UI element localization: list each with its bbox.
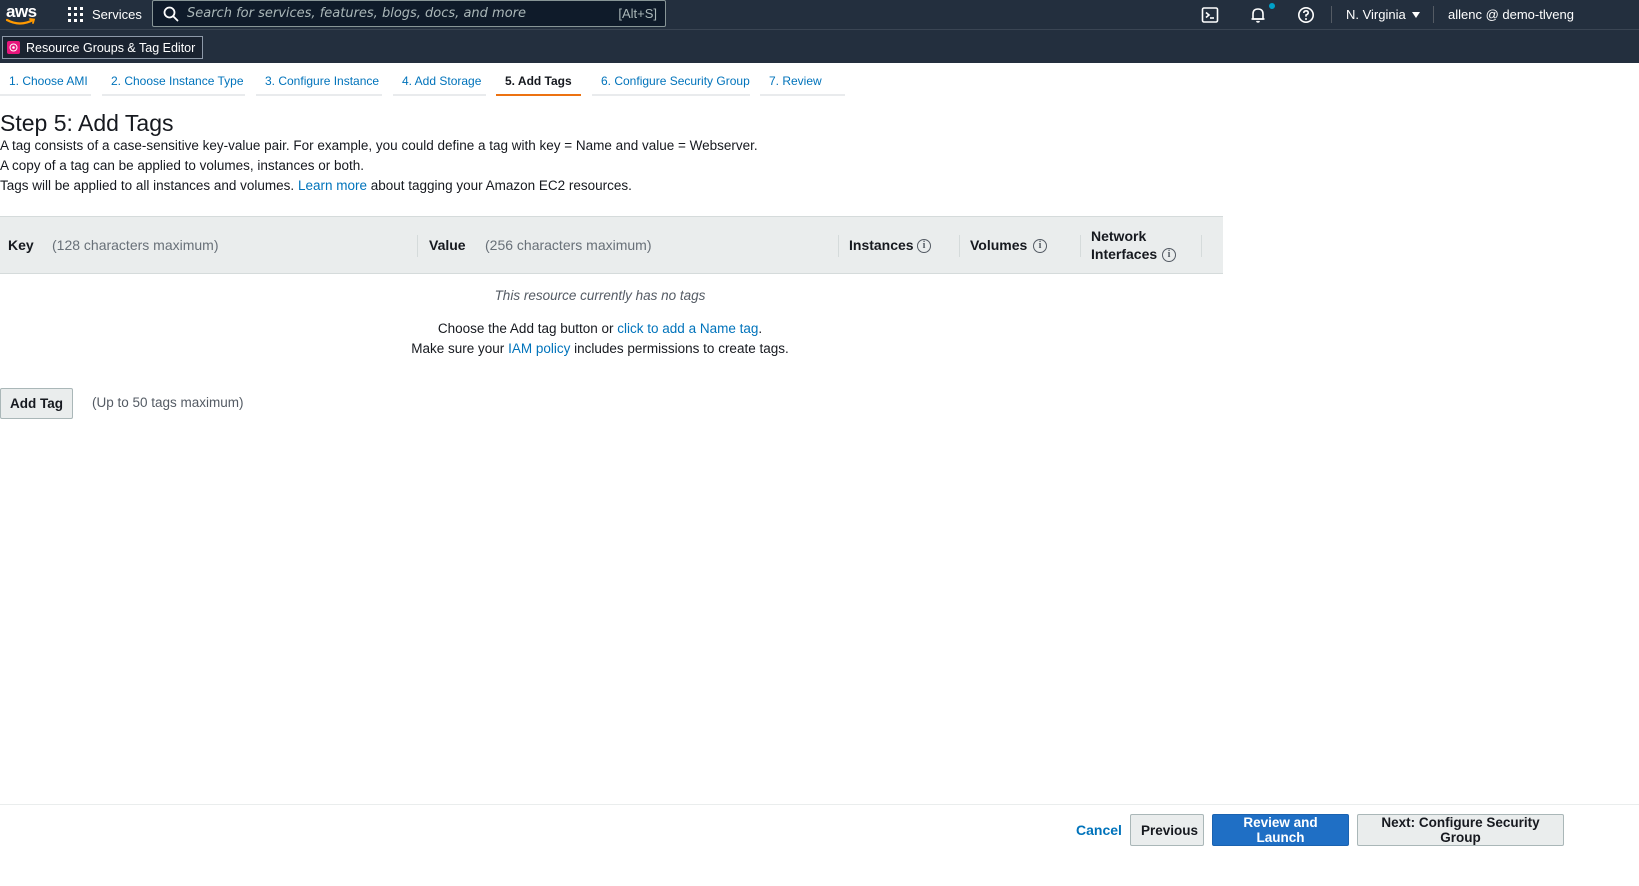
description-text: Tags will be applied to all instances an… (0, 178, 295, 193)
column-network-interfaces: Network (1091, 228, 1147, 244)
description-line-3: Tags will be applied to all instances an… (0, 178, 632, 193)
column-value: Value (429, 237, 466, 253)
tab-choose-ami[interactable]: 1. Choose AMI (0, 74, 91, 96)
bell-icon[interactable] (1249, 6, 1267, 24)
favorite-resource-groups[interactable]: Resource Groups & Tag Editor (2, 36, 204, 59)
empty-state-message: This resource currently has no tags (494, 288, 706, 303)
previous-button[interactable]: Previous (1130, 814, 1204, 846)
aws-logo[interactable]: aws (6, 2, 40, 28)
description-line-1: A tag consists of a case-sensitive key-v… (0, 138, 758, 153)
info-icon[interactable]: i (1033, 239, 1047, 253)
tags-table-header: Key (128 characters maximum) Value (256 … (0, 216, 1223, 274)
column-divider (1080, 235, 1081, 257)
tab-configure-security-group[interactable]: 6. Configure Security Group (592, 74, 750, 96)
region-label: N. Virginia (1346, 7, 1406, 22)
empty-state-hint-2: Make sure your IAM policy includes permi… (0, 341, 1200, 356)
info-icon[interactable]: i (917, 239, 931, 253)
nav-divider (1331, 6, 1332, 23)
hint-text: Choose the Add tag button or (437, 321, 614, 336)
add-name-tag-link[interactable]: click to add a Name tag (617, 321, 758, 336)
column-divider (959, 235, 960, 257)
tab-choose-instance-type[interactable]: 2. Choose Instance Type (102, 74, 245, 96)
column-network-interfaces-line2: Interfaces (1091, 246, 1158, 262)
region-selector[interactable]: N. Virginia (1346, 0, 1420, 29)
page-title: Step 5: Add Tags (0, 110, 174, 136)
column-instances: Instances (849, 237, 914, 253)
cancel-link[interactable]: Cancel (1076, 822, 1122, 838)
tab-configure-instance[interactable]: 3. Configure Instance (256, 74, 382, 96)
column-divider (838, 235, 839, 257)
services-menu-button[interactable]: Services (68, 0, 142, 29)
column-key: Key (8, 237, 34, 253)
add-tag-limit-hint: (Up to 50 tags maximum) (92, 395, 244, 410)
empty-state-hint-1: Choose the Add tag button or click to ad… (0, 321, 1200, 336)
footer-divider (0, 804, 1639, 805)
column-volumes: Volumes (970, 237, 1028, 253)
add-tag-button[interactable]: Add Tag (0, 388, 73, 419)
column-divider (417, 235, 418, 257)
search-input[interactable] (187, 6, 619, 21)
account-menu[interactable]: allenc @ demo-tlveng (1448, 0, 1574, 29)
iam-policy-link[interactable]: IAM policy (508, 341, 570, 356)
grid-icon (68, 7, 83, 22)
column-divider (1201, 235, 1202, 257)
aws-smile-icon (6, 18, 36, 25)
info-icon[interactable]: i (1162, 248, 1176, 262)
hint-text: Make sure your (411, 341, 505, 356)
value-limit-hint: (256 characters maximum) (485, 237, 652, 253)
caret-down-icon (1411, 11, 1420, 18)
tab-add-storage[interactable]: 4. Add Storage (393, 74, 486, 96)
notification-dot (1269, 3, 1275, 9)
hint-text: includes permissions to create tags. (574, 341, 789, 356)
favorites-bar: Resource Groups & Tag Editor (0, 29, 1639, 63)
review-and-launch-button[interactable]: Review and Launch (1212, 814, 1349, 846)
nav-divider (1433, 6, 1434, 23)
services-label: Services (92, 7, 142, 22)
key-limit-hint: (128 characters maximum) (52, 237, 219, 253)
help-icon[interactable] (1297, 6, 1315, 24)
learn-more-link[interactable]: Learn more (298, 178, 367, 193)
top-navigation: aws Services [Alt+S] N. V (0, 0, 1639, 29)
search-shortcut-hint: [Alt+S] (618, 6, 657, 21)
hint-text: . (758, 321, 763, 336)
tab-review[interactable]: 7. Review (760, 74, 845, 96)
resource-groups-icon (7, 41, 20, 54)
favorite-label: Resource Groups & Tag Editor (26, 40, 196, 55)
description-line-2: A copy of a tag can be applied to volume… (0, 158, 364, 173)
search-bar[interactable]: [Alt+S] (152, 0, 666, 27)
cloudshell-icon[interactable] (1201, 6, 1219, 24)
description-text: about tagging your Amazon EC2 resources. (370, 178, 632, 193)
search-icon (163, 6, 179, 21)
tab-add-tags[interactable]: 5. Add Tags (496, 74, 581, 96)
next-configure-security-group-button[interactable]: Next: Configure Security Group (1357, 814, 1564, 846)
